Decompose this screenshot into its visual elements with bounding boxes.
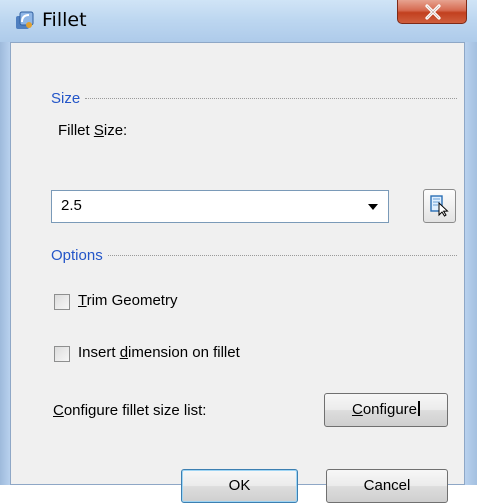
close-x-icon	[425, 4, 441, 20]
fillet-size-label: Fillet Size:	[58, 122, 128, 139]
trim-geometry-label[interactable]: Trim Geometry	[78, 292, 177, 309]
fillet-size-value[interactable]: 2.5	[61, 197, 82, 214]
insert-dimension-label[interactable]: Insert dimension on fillet	[78, 344, 240, 361]
trim-geometry-checkbox[interactable]	[54, 294, 70, 310]
options-section-heading: Options	[51, 247, 457, 264]
select-from-model-icon	[430, 195, 449, 217]
window-frame-right	[465, 42, 477, 485]
select-size-from-model-button[interactable]	[423, 189, 456, 223]
ok-button[interactable]: OK	[181, 469, 298, 503]
title-bar[interactable]: Fillet	[0, 0, 477, 42]
window-frame-left	[0, 42, 10, 485]
configure-size-list-label: Configure fillet size list:	[53, 402, 207, 419]
insert-dimension-checkbox[interactable]	[54, 346, 70, 362]
window-title: Fillet	[42, 9, 87, 31]
fillet-size-combobox[interactable]: 2.5	[51, 190, 389, 223]
fillet-app-icon	[14, 10, 36, 32]
options-heading-text: Options	[51, 247, 103, 264]
cancel-button[interactable]: Cancel	[326, 469, 448, 503]
text-caret	[418, 401, 421, 416]
close-button[interactable]	[397, 0, 467, 24]
size-heading-text: Size	[51, 90, 81, 107]
dialog-body: Size Fillet Size: 2.5 Options Trim Geome…	[10, 42, 465, 503]
configure-button[interactable]: Configure	[324, 393, 448, 427]
options-divider	[107, 255, 457, 256]
chevron-down-icon[interactable]	[368, 204, 378, 210]
size-section-heading: Size	[51, 90, 457, 107]
size-divider	[85, 98, 457, 99]
